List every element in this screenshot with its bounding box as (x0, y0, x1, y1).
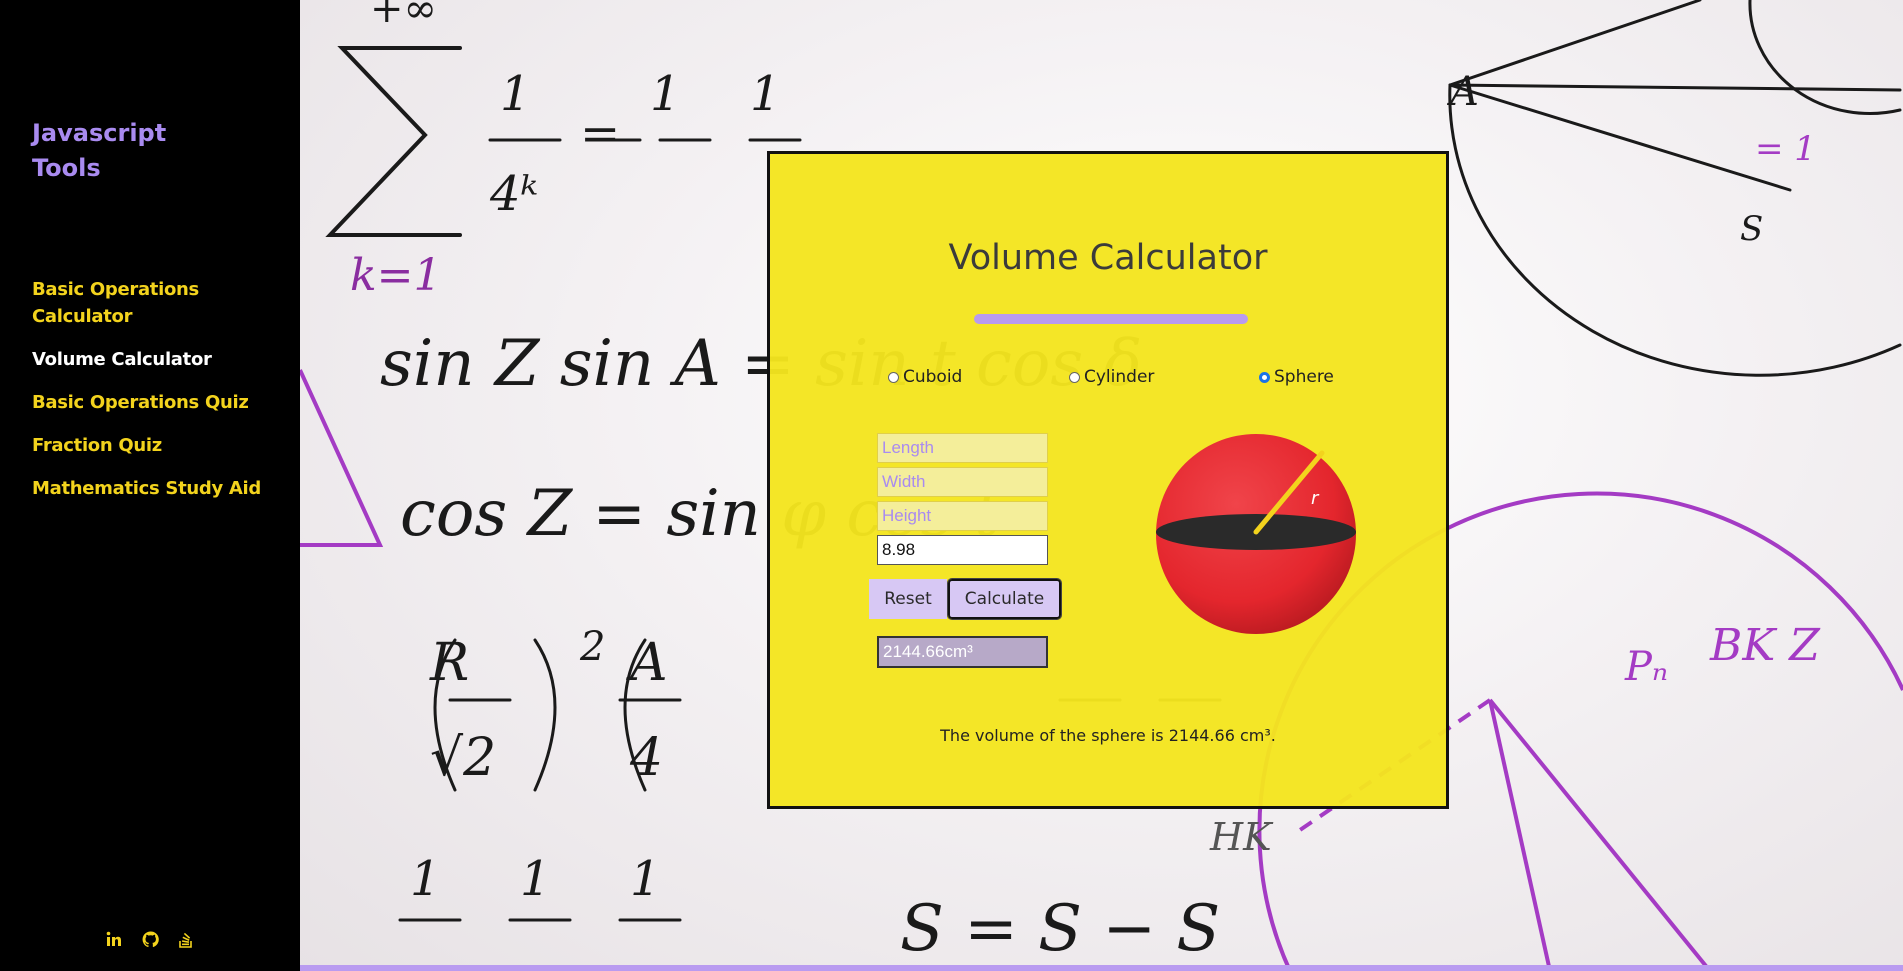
nav-item-label: Fraction Quiz (32, 435, 162, 456)
svg-text:S = S − S: S = S − S (900, 892, 1220, 966)
svg-text:=: = (580, 106, 620, 162)
radio-cylinder[interactable]: Cylinder (1069, 367, 1154, 387)
social-links (103, 928, 197, 950)
svg-text:1: 1 (650, 66, 681, 122)
svg-text:1: 1 (630, 851, 661, 907)
nav-item-label: Basic Operations Calculator (32, 279, 199, 327)
radio-button-icon[interactable] (888, 371, 899, 383)
radio-label: Sphere (1274, 367, 1334, 387)
svg-text:= 1: = 1 (1755, 129, 1816, 169)
linkedin-icon[interactable] (103, 928, 125, 950)
page-title: Volume Calculator (948, 238, 1268, 278)
brand-title[interactable]: Javascript Tools (32, 116, 232, 186)
sphere-illustration: r (1156, 434, 1356, 634)
nav-item-fraction-quiz[interactable]: Fraction Quiz (32, 432, 282, 459)
radio-label: Cuboid (903, 367, 963, 387)
nav-item-label: Basic Operations Quiz (32, 392, 249, 413)
svg-text:BK Z: BK Z (1709, 620, 1821, 671)
svg-text:1: 1 (500, 66, 531, 122)
svg-text:+∞: +∞ (370, 0, 437, 32)
reset-button[interactable]: Reset (869, 579, 947, 619)
volume-calculator-card: Volume Calculator Cuboid Cylinder Sphere… (767, 151, 1449, 809)
svg-text:4ᵏ: 4ᵏ (489, 166, 538, 222)
svg-text:1: 1 (520, 851, 551, 907)
result-sentence: The volume of the sphere is 2144.66 cm³. (940, 726, 1276, 745)
nav-item-volume-calculator[interactable]: Volume Calculator (32, 346, 282, 373)
sidebar: Javascript Tools Basic Operations Calcul… (0, 0, 300, 971)
nav-list: Basic Operations Calculator Volume Calcu… (32, 276, 282, 518)
svg-text:1: 1 (410, 851, 441, 907)
width-input[interactable]: Width (877, 467, 1048, 497)
stackoverflow-icon[interactable] (175, 928, 197, 950)
svg-text:1: 1 (750, 66, 781, 122)
svg-text:Pₙ: Pₙ (1624, 644, 1668, 690)
radius-input[interactable]: 8.98 (877, 535, 1048, 565)
radio-label: Cylinder (1084, 367, 1155, 387)
svg-text:HK: HK (1209, 815, 1274, 859)
nav-item-label: Mathematics Study Aid (32, 478, 261, 499)
radio-button-icon[interactable] (1259, 371, 1270, 383)
svg-text:4: 4 (629, 728, 663, 788)
nav-item-basic-operations-quiz[interactable]: Basic Operations Quiz (32, 389, 282, 416)
svg-text:A: A (1446, 69, 1479, 115)
svg-text:R: R (429, 633, 469, 693)
calculate-button[interactable]: Calculate (947, 578, 1062, 620)
radio-cuboid[interactable]: Cuboid (888, 367, 962, 387)
footer-accent-bar (300, 965, 1903, 971)
title-underline (974, 314, 1248, 324)
height-input[interactable]: Height (877, 501, 1048, 531)
nav-item-label: Volume Calculator (32, 349, 212, 370)
result-output: 2144.66cm³ (877, 636, 1048, 668)
radio-sphere[interactable]: Sphere (1259, 367, 1334, 387)
svg-text:A: A (626, 633, 668, 693)
nav-item-basic-operations-calculator[interactable]: Basic Operations Calculator (32, 276, 232, 330)
svg-text:k=1: k=1 (350, 250, 442, 301)
svg-text:√2: √2 (430, 728, 496, 788)
github-icon[interactable] (139, 928, 161, 950)
svg-text:2: 2 (579, 624, 605, 670)
nav-item-mathematics-study-aid[interactable]: Mathematics Study Aid (32, 475, 282, 502)
length-input[interactable]: Length (877, 433, 1048, 463)
radio-button-icon[interactable] (1069, 371, 1080, 383)
svg-text:S: S (1740, 209, 1763, 249)
